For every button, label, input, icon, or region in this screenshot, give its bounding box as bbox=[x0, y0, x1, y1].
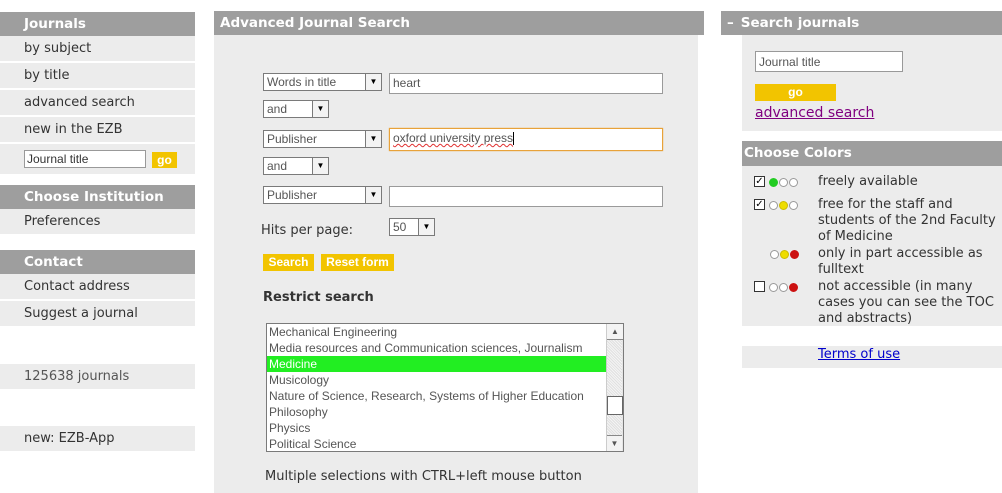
restrict-search-heading: Restrict search bbox=[263, 290, 374, 305]
scrollbar-track bbox=[607, 340, 622, 435]
color-option-partial-label: only in part accessible as fulltext bbox=[818, 246, 983, 277]
empty-dot-icon bbox=[789, 201, 799, 210]
subject-option[interactable]: Nature of Science, Research, Systems of … bbox=[267, 388, 607, 404]
subject-option[interactable]: Musicology bbox=[267, 372, 607, 388]
choose-institution-header: Choose Institution bbox=[0, 185, 195, 209]
subject-listbox[interactable]: Mechanical Engineering Media resources an… bbox=[266, 323, 624, 452]
yellow-dot-icon bbox=[780, 250, 789, 259]
color-option-staff-label: free for the staff and students of the 2… bbox=[818, 197, 996, 244]
red-dot-icon bbox=[790, 250, 799, 259]
checkbox-free[interactable]: ✓ bbox=[754, 176, 765, 187]
chevron-down-icon: ▼ bbox=[312, 101, 328, 117]
scroll-up-arrow-icon[interactable]: ▲ bbox=[607, 324, 623, 340]
empty-dot-icon bbox=[779, 283, 789, 292]
color-option-not-accessible-label: not accessible (in many cases you can se… bbox=[818, 279, 994, 326]
red-dot-icon bbox=[789, 283, 799, 292]
subject-option[interactable]: Mechanical Engineering bbox=[267, 324, 607, 340]
field-select-2-value: Publisher bbox=[267, 132, 318, 146]
operator-select-1[interactable]: and ▼ bbox=[263, 100, 329, 118]
search-journals-header[interactable]: – Search journals bbox=[721, 11, 1002, 35]
subject-option[interactable]: Political Science bbox=[267, 436, 607, 451]
empty-dot-icon bbox=[769, 283, 779, 292]
yellow-dot-icon bbox=[779, 201, 789, 210]
advanced-search-header: Advanced Journal Search bbox=[214, 11, 704, 35]
search-button[interactable]: Search bbox=[263, 254, 314, 271]
journals-header: Journals bbox=[0, 12, 195, 36]
nav-advanced-search[interactable]: advanced search bbox=[0, 90, 195, 116]
field-select-3[interactable]: Publisher ▼ bbox=[263, 186, 382, 204]
search-journals-title: Search journals bbox=[740, 15, 860, 31]
green-dot-icon bbox=[769, 178, 779, 187]
field-select-1-value: Words in title bbox=[267, 75, 337, 89]
operator-select-2[interactable]: and ▼ bbox=[263, 157, 329, 175]
field-select-1[interactable]: Words in title ▼ bbox=[263, 73, 382, 91]
empty-dot-icon bbox=[770, 250, 779, 259]
color-option-free[interactable]: ✓ freely available bbox=[754, 174, 1002, 194]
right-advanced-search-link[interactable]: advanced search bbox=[755, 105, 874, 121]
right-journal-title-input[interactable] bbox=[755, 51, 903, 72]
color-option-free-label: freely available bbox=[818, 174, 918, 189]
subject-option[interactable]: Philosophy bbox=[267, 404, 607, 420]
subject-option[interactable]: Media resources and Communication scienc… bbox=[267, 340, 607, 356]
nav-preferences[interactable]: Preferences bbox=[0, 209, 195, 235]
operator-select-2-value: and bbox=[267, 159, 288, 173]
subject-options: Mechanical Engineering Media resources an… bbox=[267, 324, 607, 451]
sidebar-journal-title-input[interactable] bbox=[24, 150, 146, 168]
scrollbar-thumb[interactable] bbox=[607, 396, 623, 415]
search-term-input-2-value: oxford university press bbox=[393, 131, 514, 145]
nav-by-subject[interactable]: by subject bbox=[0, 36, 195, 62]
color-option-not-accessible[interactable]: not accessible (in many cases you can se… bbox=[754, 279, 1002, 327]
chevron-down-icon: ▼ bbox=[365, 131, 381, 147]
terms-of-use-link[interactable]: Terms of use bbox=[818, 347, 900, 362]
search-term-input-2[interactable]: oxford university press bbox=[389, 128, 663, 151]
chevron-down-icon: ▼ bbox=[365, 187, 381, 203]
subject-option[interactable]: Physics bbox=[267, 420, 607, 436]
nav-suggest-journal[interactable]: Suggest a journal bbox=[0, 301, 195, 327]
subject-option[interactable]: Medicine bbox=[267, 356, 607, 372]
hits-per-page-label: Hits per page: bbox=[261, 223, 353, 238]
hits-per-page-value: 50 bbox=[393, 220, 407, 234]
right-go-button[interactable]: go bbox=[755, 84, 836, 101]
search-term-input-1[interactable]: heart bbox=[389, 73, 663, 94]
scroll-down-arrow-icon[interactable]: ▼ bbox=[607, 435, 622, 451]
nav-by-title[interactable]: by title bbox=[0, 63, 195, 89]
empty-dot-icon bbox=[789, 178, 799, 187]
sidebar-quick-search: go bbox=[0, 144, 195, 174]
operator-select-1-value: and bbox=[267, 102, 288, 116]
sidebar-go-button[interactable]: go bbox=[152, 152, 177, 168]
color-option-staff[interactable]: ✓ free for the staff and students of the… bbox=[754, 197, 1002, 245]
nav-contact-address[interactable]: Contact address bbox=[0, 274, 195, 300]
reset-form-button[interactable]: Reset form bbox=[321, 254, 394, 271]
multi-select-hint: Multiple selections with CTRL+left mouse… bbox=[265, 469, 582, 484]
collapse-icon[interactable]: – bbox=[727, 15, 734, 31]
field-select-2[interactable]: Publisher ▼ bbox=[263, 130, 382, 148]
contact-header: Contact bbox=[0, 250, 195, 274]
chevron-down-icon: ▼ bbox=[312, 158, 328, 174]
journal-count: 125638 journals bbox=[0, 364, 195, 390]
empty-dot-icon bbox=[779, 178, 789, 187]
empty-dot-icon bbox=[769, 201, 779, 210]
choose-colors-header: Choose Colors bbox=[742, 141, 1002, 166]
checkbox-staff[interactable]: ✓ bbox=[754, 199, 765, 210]
hits-per-page-select[interactable]: 50 ▼ bbox=[389, 218, 435, 236]
chevron-down-icon: ▼ bbox=[365, 74, 381, 90]
nav-ezb-app[interactable]: new: EZB-App bbox=[0, 426, 195, 452]
listbox-scrollbar[interactable]: ▲ ▼ bbox=[606, 324, 623, 451]
field-select-3-value: Publisher bbox=[267, 188, 318, 202]
color-option-partial: only in part accessible as fulltext bbox=[754, 246, 1002, 278]
checkbox-not-accessible[interactable] bbox=[754, 281, 765, 292]
nav-new-in-ezb[interactable]: new in the EZB bbox=[0, 117, 195, 143]
chevron-down-icon: ▼ bbox=[418, 219, 434, 235]
search-term-input-3[interactable] bbox=[389, 186, 663, 207]
